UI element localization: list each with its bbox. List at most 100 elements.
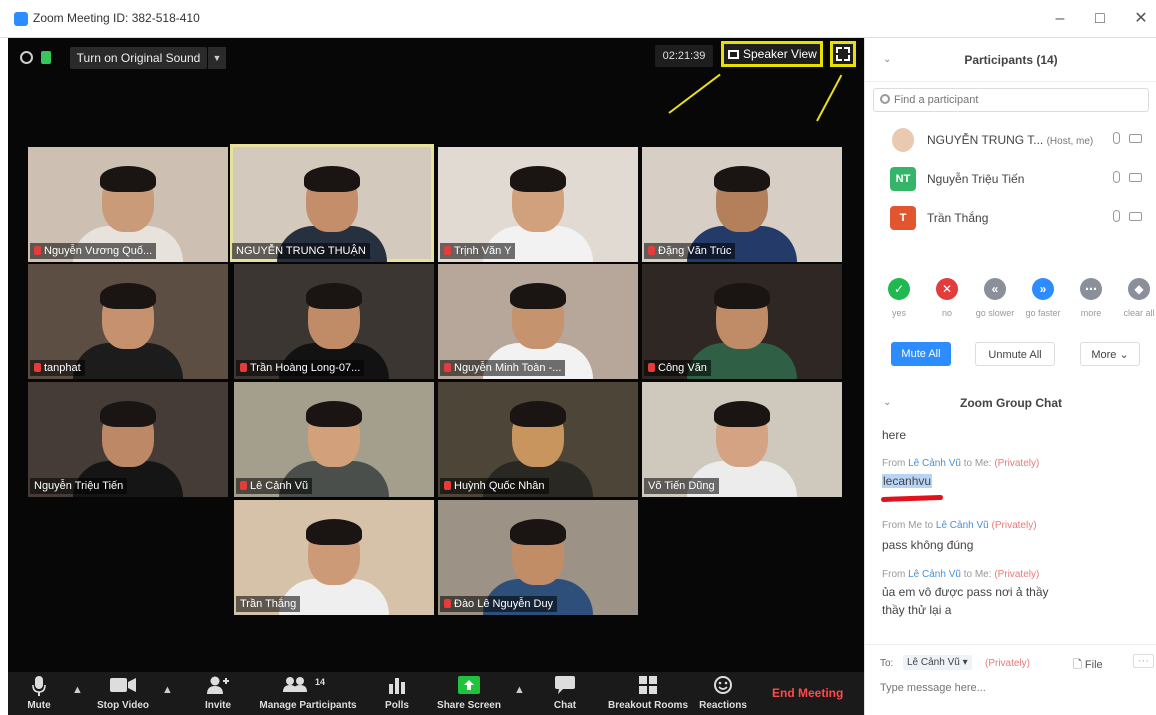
title-bar: Zoom Meeting ID: 382-518-410 – □ ✕ [0, 0, 1156, 38]
manage-participants-button[interactable]: 14 Manage Participants [254, 676, 362, 711]
chat-button[interactable]: Chat [551, 676, 579, 711]
microphone-icon[interactable] [1113, 210, 1120, 222]
mute-options-caret[interactable]: ▲ [72, 684, 83, 696]
share-screen-icon [436, 676, 502, 696]
feedback-label: clear all [1123, 308, 1155, 318]
video-tile[interactable]: Võ Tiến Dũng [642, 382, 842, 497]
microphone-icon[interactable] [1113, 132, 1120, 144]
share-options-caret[interactable]: ▲ [514, 684, 525, 696]
minimize-button[interactable]: – [1045, 8, 1075, 30]
chat-more-button[interactable]: ··· [1133, 654, 1154, 668]
chevron-down-icon: ⌄ [1119, 349, 1129, 361]
video-tile[interactable]: NGUYỄN TRUNG THUẬN [230, 144, 434, 262]
mute-all-button[interactable]: Mute All [891, 342, 951, 366]
avatar: T [890, 206, 916, 230]
speaker-view-label: Speaker View [743, 47, 817, 61]
video-camera-icon[interactable] [1129, 173, 1142, 182]
speaker-view-button[interactable]: Speaker View [721, 41, 823, 67]
video-tile[interactable]: Lê Cảnh Vũ [234, 382, 434, 497]
feedback-clear-all-button[interactable]: ◆ clear all [1115, 278, 1156, 318]
share-screen-button[interactable]: Share Screen [436, 676, 502, 711]
participant-video [73, 283, 183, 379]
video-tile[interactable]: Đặng Văn Trúc [642, 147, 842, 262]
lock-icon[interactable] [41, 51, 51, 64]
video-camera-icon[interactable] [1129, 212, 1142, 221]
muted-mic-icon [240, 481, 247, 490]
search-icon [880, 94, 890, 104]
more-button[interactable]: More ⌄ [1080, 342, 1140, 366]
chat-bubble-icon [551, 676, 579, 696]
participants-icon: 14 [254, 676, 362, 696]
chat-meta: From Me to Lê Cảnh Vũ (Privately) [882, 520, 1037, 531]
feedback-go-slower-button[interactable]: « go slower [971, 278, 1019, 318]
chat-header: ⌄ Zoom Group Chat [865, 390, 1156, 418]
video-tile[interactable]: Công Văn [642, 264, 842, 379]
muted-mic-icon [444, 599, 451, 608]
recipient-dropdown[interactable]: Lê Cảnh Vũ ▾ [903, 655, 972, 670]
close-button[interactable]: ✕ [1126, 8, 1156, 30]
feedback-yes-button[interactable]: ✓ yes [875, 278, 923, 318]
participant-row[interactable]: NGUYỄN TRUNG T... (Host, me) [865, 122, 1156, 158]
search-input[interactable] [894, 91, 1144, 109]
muted-mic-icon [648, 246, 655, 255]
participant-name: Trần Thắng [927, 211, 989, 225]
tile-name-label: Nguyễn Minh Toàn -... [440, 360, 566, 376]
more-label: More [1091, 349, 1117, 361]
muted-mic-icon [444, 363, 451, 372]
stop-video-label: Stop Video [96, 700, 150, 711]
video-options-caret[interactable]: ▲ [162, 684, 173, 696]
reactions-button[interactable]: Reactions [698, 676, 748, 711]
info-icon[interactable] [20, 51, 33, 64]
video-tile[interactable]: Huỳnh Quốc Nhân [438, 382, 638, 497]
feedback-no-button[interactable]: ✕ no [923, 278, 971, 318]
video-tile[interactable]: Nguyễn Minh Toàn -... [438, 264, 638, 379]
video-camera-icon[interactable] [1129, 134, 1142, 143]
zoom-app-icon [14, 12, 28, 26]
unmute-all-button[interactable]: Unmute All [975, 342, 1055, 366]
stop-video-button[interactable]: Stop Video [92, 676, 154, 711]
video-tile[interactable]: Trịnh Văn Y [438, 147, 638, 262]
feedback-label: yes [891, 308, 906, 318]
muted-mic-icon [444, 481, 451, 490]
video-tile[interactable]: Nguyễn Vương Quố... [28, 147, 228, 262]
breakout-rooms-button[interactable]: Breakout Rooms [606, 676, 690, 711]
polls-button[interactable]: Polls [383, 676, 411, 711]
maximize-button[interactable]: □ [1085, 8, 1115, 30]
feedback-more-button[interactable]: ⋯ more [1067, 278, 1115, 318]
fullscreen-button[interactable] [830, 41, 856, 67]
participant-row[interactable]: NT Nguyễn Triệu Tiến [865, 161, 1156, 197]
participant-row[interactable]: T Trần Thắng [865, 200, 1156, 236]
video-tile[interactable]: Nguyễn Triệu Tiến [28, 382, 228, 497]
to-label: To: [880, 658, 894, 669]
microphone-icon[interactable] [1113, 171, 1120, 183]
chat-message: here [882, 428, 907, 442]
participant-search[interactable] [873, 88, 1149, 112]
tile-name-label: Công Văn [644, 360, 711, 376]
end-meeting-button[interactable]: End Meeting [772, 686, 843, 700]
fullscreen-icon [836, 47, 842, 53]
video-tile[interactable]: tanphat [28, 264, 228, 379]
video-tile[interactable]: Trần Thắng [234, 500, 434, 615]
breakout-rooms-icon [606, 676, 690, 696]
video-gallery: Turn on Original Sound ▼ 02:21:39 Speake… [8, 38, 864, 715]
feedback-go-faster-button[interactable]: » go faster [1019, 278, 1067, 318]
add-user-icon [201, 676, 235, 696]
invite-button[interactable]: Invite [201, 676, 235, 711]
side-panel: ⌄ Participants (14) NGUYỄN TRUNG T... (H… [864, 38, 1156, 715]
chat-message-input[interactable] [880, 678, 1145, 698]
tile-name-label: Trần Hoàng Long-07... [236, 360, 365, 376]
private-label: (Privately) [985, 658, 1031, 669]
mute-button[interactable]: Mute [24, 676, 54, 711]
file-button[interactable]: 🗋 File [1073, 656, 1103, 675]
polls-label: Polls [385, 700, 409, 711]
video-tile[interactable]: Đào Lê Nguyễn Duy [438, 500, 638, 615]
tile-name-label: Huỳnh Quốc Nhân [440, 478, 549, 494]
video-tile[interactable]: Trần Hoàng Long-07... [234, 264, 434, 379]
chat-recipient-row: To: Lê Cảnh Vũ ▾ (Privately) 🗋 File ··· [865, 644, 1156, 671]
original-sound-button[interactable]: Turn on Original Sound [70, 47, 207, 69]
tile-name-label: Trần Thắng [236, 596, 301, 612]
muted-mic-icon [34, 363, 41, 372]
chevron-down-icon[interactable]: ▼ [208, 47, 226, 69]
manage-participants-label: Manage Participants [259, 700, 357, 711]
feedback-icon: ◆ [1128, 278, 1150, 300]
